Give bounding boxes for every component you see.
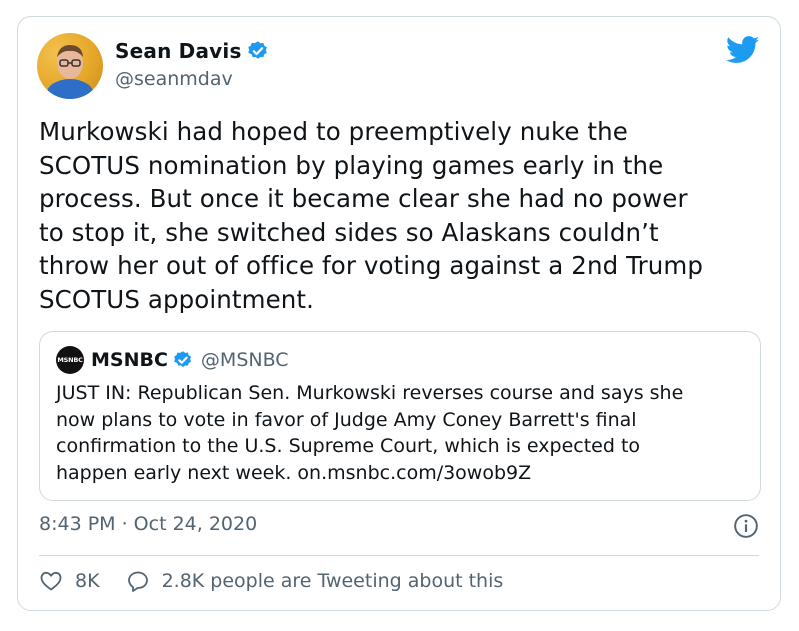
tweet-timestamp[interactable]: 8:43 PM · Oct 24, 2020 xyxy=(39,513,257,535)
author-name-row[interactable]: Sean Davis xyxy=(115,39,269,63)
avatar-portrait-icon xyxy=(46,45,94,99)
quoted-tweet-text: JUST IN: Republican Sen. Murkowski rever… xyxy=(56,382,684,484)
quoted-author-row[interactable]: MSNBC MSNBC @MSNBC xyxy=(56,346,289,374)
tweet-card[interactable]: Sean Davis @seanmdav Murkowski had hoped… xyxy=(17,16,781,611)
tweeting-about-text: 2.8K people are Tweeting about this xyxy=(161,570,504,592)
quoted-author-handle: @MSNBC xyxy=(200,349,289,371)
quoted-author-avatar: MSNBC xyxy=(56,346,84,374)
twitter-bird-icon[interactable] xyxy=(726,36,760,64)
quoted-author-name: MSNBC xyxy=(91,349,168,371)
divider xyxy=(39,555,759,556)
author-avatar[interactable] xyxy=(37,33,103,99)
author-name[interactable]: Sean Davis xyxy=(115,39,242,63)
quoted-tweet[interactable]: MSNBC MSNBC @MSNBC JUST IN: Republican S… xyxy=(39,331,761,501)
speech-bubble-icon xyxy=(127,571,148,592)
tweet-text: Murkowski had hoped to preemptively nuke… xyxy=(39,117,703,314)
verified-badge-icon xyxy=(174,351,191,368)
like-count: 8K xyxy=(75,570,100,592)
tweet-actions: 8K 2.8K people are Tweeting about this xyxy=(39,569,503,593)
info-icon[interactable] xyxy=(733,513,759,539)
reply-button[interactable]: 2.8K people are Tweeting about this xyxy=(126,569,504,593)
author-handle[interactable]: @seanmdav xyxy=(115,68,233,90)
verified-badge-icon xyxy=(247,41,267,59)
heart-icon xyxy=(40,571,62,591)
like-button[interactable]: 8K xyxy=(39,569,100,593)
